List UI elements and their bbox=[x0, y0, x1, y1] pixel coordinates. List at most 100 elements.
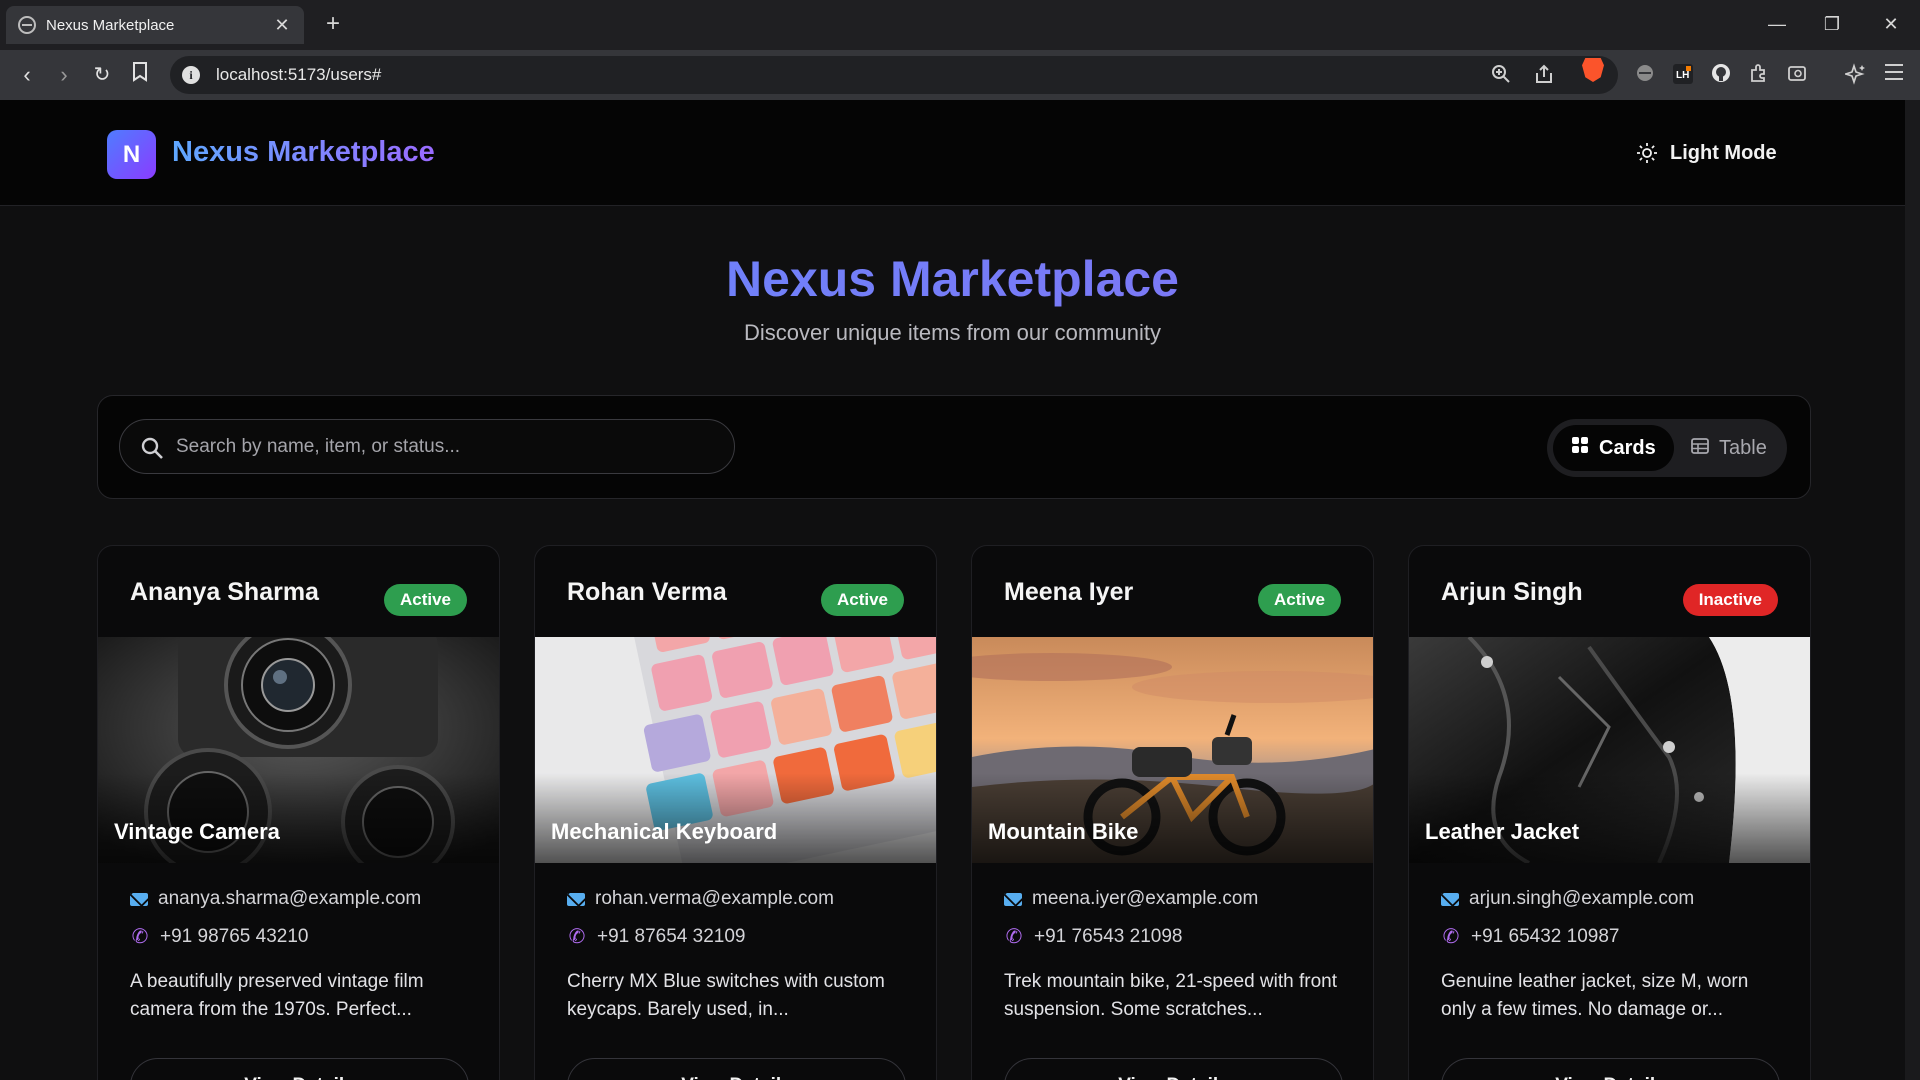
item-description: Cherry MX Blue switches with custom keyc… bbox=[567, 971, 885, 1020]
search-input[interactable] bbox=[176, 430, 716, 464]
url-text[interactable]: localhost:5173/users# bbox=[216, 65, 381, 85]
minimize-window-icon[interactable]: — bbox=[1762, 10, 1792, 38]
item-description: Trek mountain bike, 21-speed with front … bbox=[1004, 971, 1338, 1020]
restore-window-icon[interactable]: ❐ bbox=[1817, 10, 1847, 38]
image-overlay bbox=[972, 773, 1373, 863]
browser-tab[interactable]: Nexus Marketplace ✕ bbox=[6, 6, 304, 44]
status-badge: Inactive bbox=[1682, 584, 1778, 616]
svg-text:LH: LH bbox=[1676, 70, 1689, 81]
seller-name: Arjun Singh bbox=[1441, 578, 1583, 606]
phone-text: +91 87654 32109 bbox=[597, 926, 746, 947]
reload-icon[interactable]: ↻ bbox=[89, 62, 115, 88]
cards-view-label: Cards bbox=[1599, 436, 1656, 459]
view-toggle: Cards Table bbox=[1547, 419, 1787, 477]
status-badge: Active bbox=[1257, 584, 1341, 616]
seller-phone[interactable]: ✆ +91 76543 21098 bbox=[1004, 926, 1183, 948]
phone-icon: ✆ bbox=[131, 926, 149, 948]
view-details-button[interactable]: View Details bbox=[1441, 1058, 1780, 1080]
seller-email[interactable]: ananya.sharma@example.com bbox=[130, 888, 421, 910]
seller-phone[interactable]: ✆ +91 98765 43210 bbox=[130, 926, 309, 948]
extension-circle-icon[interactable] bbox=[1633, 63, 1657, 87]
table-view-label: Table bbox=[1719, 436, 1767, 459]
user-card: Arjun Singh Inactive Leather Jacket arju… bbox=[1408, 545, 1811, 1080]
seller-name: Rohan Verma bbox=[567, 578, 727, 606]
table-view-button[interactable]: Table bbox=[1673, 425, 1785, 471]
browser-tab-bar: Nexus Marketplace ✕ + — ❐ ✕ bbox=[0, 0, 1920, 50]
user-card: Meena Iyer Active Mountain Bike meena.iy… bbox=[971, 545, 1374, 1080]
seller-name: Ananya Sharma bbox=[130, 578, 319, 606]
status-badge: Active bbox=[383, 584, 467, 616]
bookmark-icon[interactable] bbox=[127, 62, 153, 88]
item-image[interactable]: Leather Jacket bbox=[1409, 637, 1810, 863]
user-card: Rohan Verma Active Mechanical Keyboard r… bbox=[534, 545, 937, 1080]
phone-text: +91 76543 21098 bbox=[1034, 926, 1183, 947]
mode-toggle-label: Light Mode bbox=[1670, 141, 1777, 164]
mail-icon bbox=[130, 892, 148, 906]
browser-menu-icon[interactable] bbox=[1882, 63, 1906, 87]
item-image[interactable]: Vintage Camera bbox=[98, 637, 499, 863]
table-icon bbox=[1691, 437, 1709, 460]
cards-view-button[interactable]: Cards bbox=[1553, 425, 1674, 471]
tab-title: Nexus Marketplace bbox=[46, 16, 175, 34]
forward-icon[interactable]: › bbox=[51, 62, 77, 88]
browser-toolbar: ‹ › ↻ i localhost:5173/users# LH bbox=[0, 50, 1920, 100]
seller-name: Meena Iyer bbox=[1004, 578, 1134, 606]
new-tab-button[interactable]: + bbox=[320, 10, 346, 38]
item-title: Vintage Camera bbox=[114, 819, 280, 844]
item-title: Mechanical Keyboard bbox=[551, 819, 778, 844]
zoom-icon[interactable] bbox=[1490, 64, 1512, 86]
globe-icon bbox=[18, 16, 36, 34]
seller-phone[interactable]: ✆ +91 87654 32109 bbox=[567, 926, 746, 948]
grid-icon bbox=[1571, 436, 1589, 460]
extensions-puzzle-icon[interactable] bbox=[1747, 63, 1771, 87]
page-subtitle: Discover unique items from our community bbox=[744, 320, 1161, 345]
brand-logo[interactable]: N bbox=[107, 130, 156, 179]
item-title: Mountain Bike bbox=[988, 819, 1139, 844]
sun-icon bbox=[1636, 142, 1658, 164]
extension-github-icon[interactable] bbox=[1709, 63, 1733, 87]
search-box bbox=[119, 419, 735, 474]
brand-name[interactable]: Nexus Marketplace bbox=[172, 136, 435, 169]
phone-icon: ✆ bbox=[1005, 926, 1023, 948]
seller-email[interactable]: meena.iyer@example.com bbox=[1004, 888, 1258, 910]
email-text: arjun.singh@example.com bbox=[1469, 888, 1695, 909]
site-info-icon[interactable]: i bbox=[182, 66, 200, 84]
mail-icon bbox=[1441, 892, 1459, 906]
search-icon bbox=[140, 436, 164, 460]
mail-icon bbox=[567, 892, 585, 906]
wallet-icon[interactable] bbox=[1785, 63, 1809, 87]
back-icon[interactable]: ‹ bbox=[14, 62, 40, 88]
seller-email[interactable]: rohan.verma@example.com bbox=[567, 888, 834, 910]
image-overlay bbox=[1409, 773, 1810, 863]
image-overlay bbox=[535, 773, 936, 863]
item-image[interactable]: Mechanical Keyboard bbox=[535, 637, 936, 863]
app-viewport: N Nexus Marketplace Light Mode Nexus Mar… bbox=[0, 100, 1905, 1080]
view-details-button[interactable]: View Details bbox=[1004, 1058, 1343, 1080]
address-bar[interactable]: i localhost:5173/users# bbox=[170, 56, 1618, 94]
close-tab-icon[interactable]: ✕ bbox=[272, 15, 292, 36]
view-details-button[interactable]: View Details bbox=[567, 1058, 906, 1080]
phone-text: +91 98765 43210 bbox=[160, 926, 309, 947]
item-image[interactable]: Mountain Bike bbox=[972, 637, 1373, 863]
page-title: Nexus Marketplace bbox=[0, 250, 1905, 308]
item-description: Genuine leather jacket, size M, worn onl… bbox=[1441, 971, 1749, 1020]
view-details-button[interactable]: View Details bbox=[130, 1058, 469, 1080]
close-window-icon[interactable]: ✕ bbox=[1876, 10, 1906, 38]
phone-icon: ✆ bbox=[568, 926, 586, 948]
item-title: Leather Jacket bbox=[1425, 819, 1580, 844]
phone-icon: ✆ bbox=[1442, 926, 1460, 948]
mail-icon bbox=[1004, 892, 1022, 906]
email-text: ananya.sharma@example.com bbox=[158, 888, 422, 909]
share-icon[interactable] bbox=[1533, 64, 1555, 86]
seller-email[interactable]: arjun.singh@example.com bbox=[1441, 888, 1694, 910]
leo-ai-icon[interactable] bbox=[1843, 63, 1868, 87]
image-overlay bbox=[98, 773, 499, 863]
extension-lh-icon[interactable]: LH bbox=[1671, 63, 1695, 87]
item-description: A beautifully preserved vintage film cam… bbox=[130, 971, 424, 1020]
email-text: rohan.verma@example.com bbox=[595, 888, 834, 909]
seller-phone[interactable]: ✆ +91 65432 10987 bbox=[1441, 926, 1620, 948]
phone-text: +91 65432 10987 bbox=[1471, 926, 1620, 947]
light-mode-toggle[interactable]: Light Mode bbox=[1636, 138, 1777, 168]
page-scrollbar[interactable] bbox=[1905, 100, 1920, 1080]
status-badge: Active bbox=[820, 584, 904, 616]
